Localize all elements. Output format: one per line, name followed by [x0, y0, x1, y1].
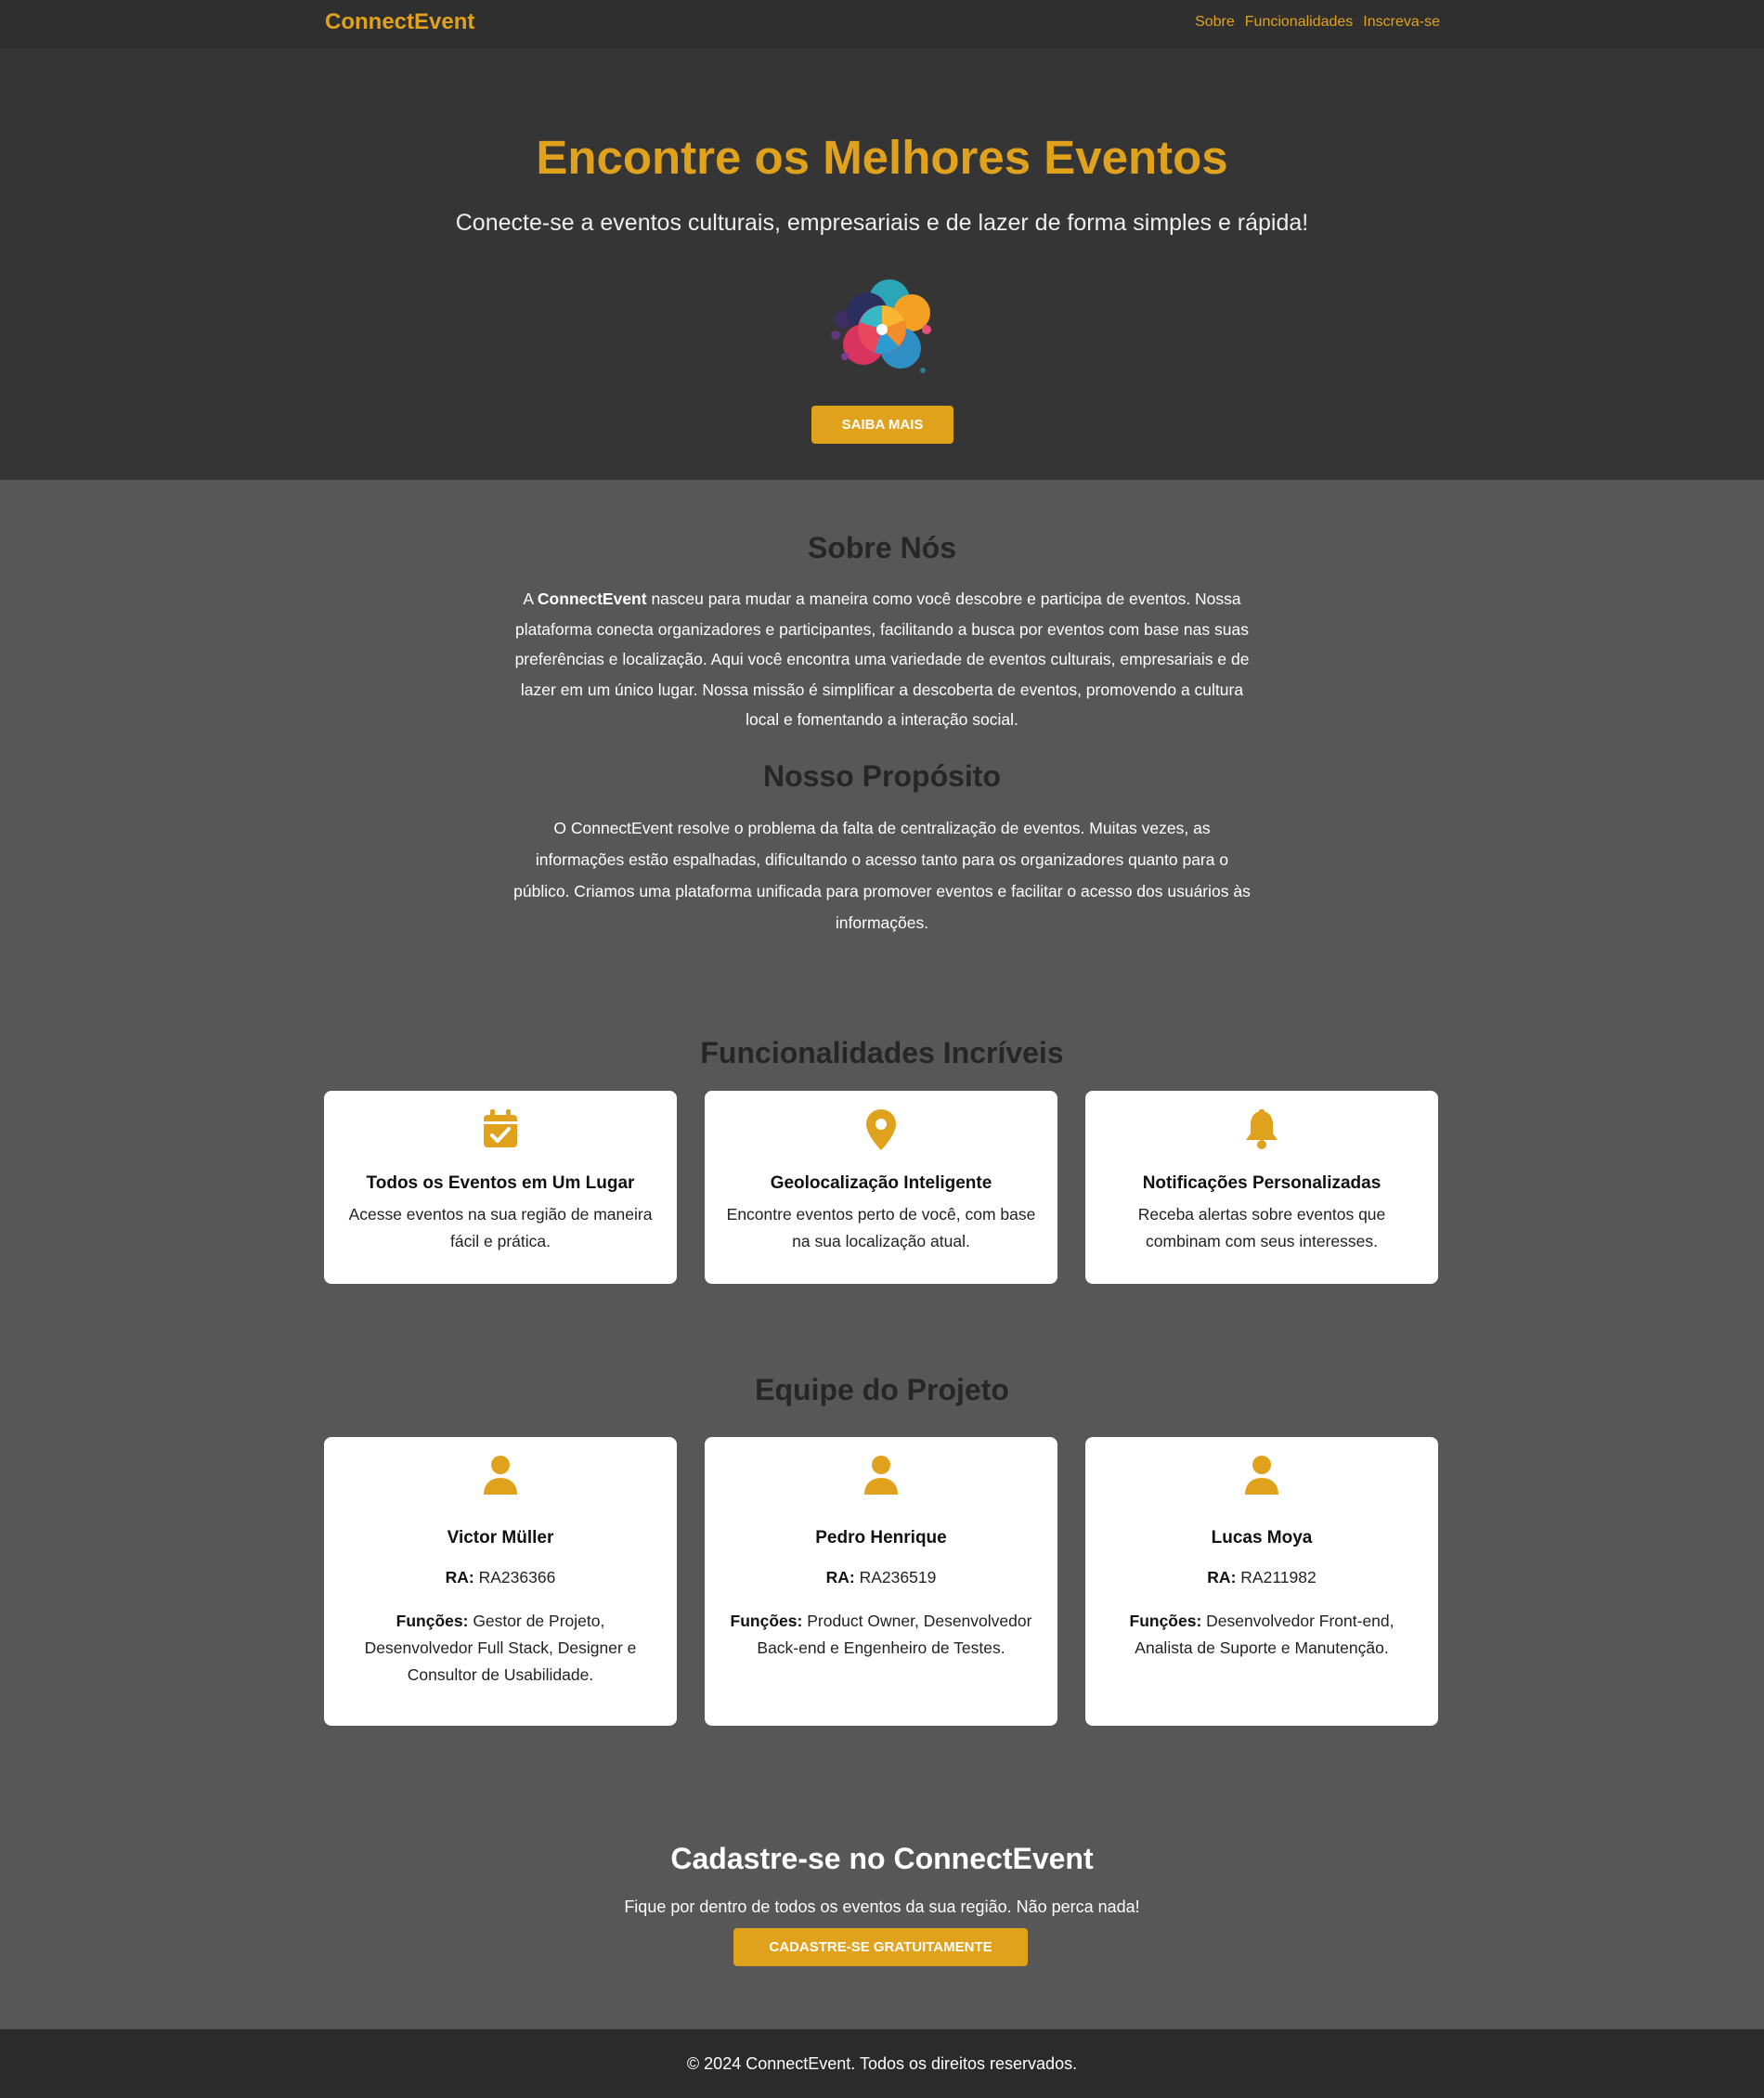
feature-title: Geolocalização Inteligente — [770, 1173, 992, 1193]
bell-icon — [1085, 1109, 1438, 1150]
member-ra: RA: RA211982 — [1207, 1568, 1317, 1586]
cta-subtitle: Fique por dentro de todos os eventos da … — [624, 1897, 1140, 1916]
member-name: Victor Müller — [447, 1528, 554, 1548]
member-roles: Funções: Product Owner, Desenvolvedor Ba… — [730, 1612, 1032, 1657]
nav-link-sobre[interactable]: Sobre — [1195, 14, 1235, 31]
about-text: A ConnectEvent nasceu para mudar a manei… — [514, 589, 1250, 729]
cadastre-se-button[interactable]: Cadastre-se Gratuitamente — [733, 1928, 1028, 1966]
member-roles: Funções: Desenvolvedor Front-end, Analis… — [1129, 1612, 1394, 1657]
brand-logo-text[interactable]: ConnectEvent — [325, 9, 474, 35]
member-name: Lucas Moya — [1211, 1528, 1313, 1548]
saiba-mais-button[interactable]: Saiba Mais — [811, 406, 953, 444]
member-ra: RA: RA236366 — [445, 1568, 556, 1586]
member-roles: Funções: Gestor de Projeto, Desenvolvedo… — [364, 1612, 637, 1684]
feature-card: Geolocalização Inteligente Encontre even… — [705, 1091, 1057, 1284]
feature-desc: Acesse eventos na sua região de maneira … — [348, 1205, 653, 1250]
map-pin-icon — [705, 1109, 1057, 1150]
member-name: Pedro Henrique — [815, 1528, 947, 1548]
cta-title: Cadastre-se no ConnectEvent — [670, 1842, 1094, 1875]
user-icon — [324, 1456, 677, 1495]
about-brand: ConnectEvent — [537, 589, 647, 608]
hero-title: Encontre os Melhores Eventos — [536, 131, 1228, 184]
navbar: ConnectEvent Sobre Funcionalidades Inscr… — [0, 0, 1764, 48]
purpose-text: O ConnectEvent resolve o problema da fal… — [513, 819, 1251, 932]
user-icon — [705, 1456, 1057, 1495]
calendar-check-icon — [324, 1109, 677, 1148]
nav-link-funcionalidades[interactable]: Funcionalidades — [1245, 14, 1354, 31]
footer-copyright: © 2024 ConnectEvent. Todos os direitos r… — [686, 2054, 1078, 2073]
user-icon — [1085, 1456, 1438, 1495]
team-card: Victor Müller RA: RA236366 Funções: Gest… — [324, 1437, 677, 1726]
team-card: Lucas Moya RA: RA211982 Funções: Desenvo… — [1085, 1437, 1438, 1726]
about-title: Sobre Nós — [807, 531, 957, 564]
team-title: Equipe do Projeto — [755, 1373, 1009, 1406]
hero-subtitle: Conecte-se a eventos culturais, empresar… — [455, 210, 1309, 236]
team-card: Pedro Henrique RA: RA236519 Funções: Pro… — [705, 1437, 1057, 1726]
feature-desc: Receba alertas sobre eventos que combina… — [1137, 1205, 1386, 1250]
hero-section: Encontre os Melhores Eventos Conecte-se … — [0, 48, 1764, 480]
nav-links: Sobre Funcionalidades Inscreva-se — [1195, 14, 1440, 31]
feature-title: Notificações Personalizadas — [1142, 1173, 1381, 1193]
features-title: Funcionalidades Incríveis — [700, 1036, 1064, 1069]
feature-card: Notificações Personalizadas Receba alert… — [1085, 1091, 1438, 1284]
nav-link-inscreva-se[interactable]: Inscreva-se — [1363, 14, 1440, 31]
feature-title: Todos os Eventos em Um Lugar — [366, 1173, 635, 1193]
footer: © 2024 ConnectEvent. Todos os direitos r… — [0, 2029, 1764, 2098]
member-ra: RA: RA236519 — [825, 1568, 937, 1586]
event-logo-icon — [826, 278, 938, 382]
feature-desc: Encontre eventos perto de você, com base… — [726, 1205, 1036, 1250]
purpose-title: Nosso Propósito — [762, 759, 1001, 793]
feature-card: Todos os Eventos em Um Lugar Acesse even… — [324, 1091, 677, 1284]
